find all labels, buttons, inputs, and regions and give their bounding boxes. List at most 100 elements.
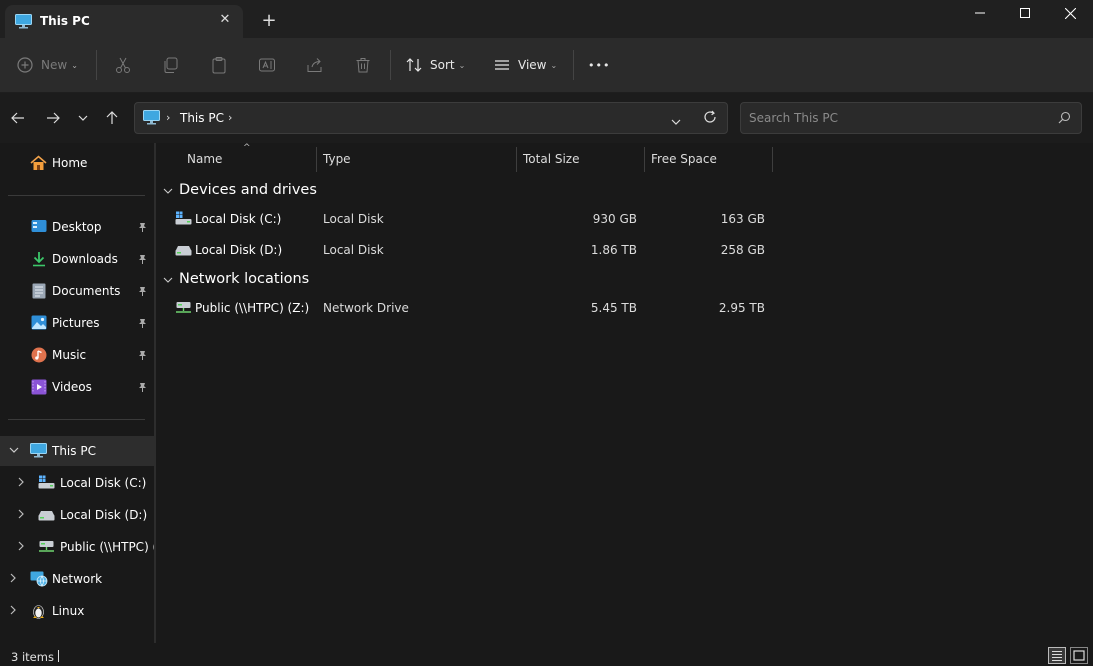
list-item-local-disk-c[interactable]: Local Disk (C:) Local Disk 930 GB 163 GB	[165, 205, 777, 233]
documents-icon	[32, 283, 46, 302]
nav-item-network-drive-z[interactable]: Public (\\HTPC) (Z:)	[0, 532, 154, 562]
pin-icon	[138, 285, 147, 299]
group-title: Network locations	[179, 271, 310, 287]
nav-label-videos: Videos	[52, 380, 92, 394]
sort-indicator-icon: ^	[243, 143, 251, 153]
nav-item-desktop[interactable]: Desktop	[0, 212, 154, 242]
nav-label-pictures: Pictures	[52, 316, 100, 330]
list-item-local-disk-d[interactable]: Local Disk (D:) Local Disk 1.86 TB 258 G…	[165, 236, 777, 264]
nav-item-pictures[interactable]: Pictures	[0, 308, 154, 338]
sort-label: Sort	[430, 58, 455, 72]
expand-chevron-right-icon[interactable]	[18, 509, 24, 522]
nav-item-videos[interactable]: Videos	[0, 372, 154, 402]
view-button[interactable]: View ⌄	[493, 50, 557, 80]
expand-chevron-right-icon[interactable]	[10, 605, 16, 618]
expand-chevron-down-icon[interactable]	[9, 445, 19, 456]
column-header-type[interactable]: Type	[323, 152, 351, 166]
search-icon[interactable]	[1058, 111, 1071, 127]
collapse-chevron-icon[interactable]	[163, 275, 175, 286]
command-bar: New ⌄ Sort ⌄ View ⌄ •••	[0, 38, 1093, 93]
close-window-button[interactable]	[1047, 0, 1093, 26]
share-button[interactable]	[306, 50, 324, 80]
nav-label-home: Home	[52, 156, 88, 170]
details-view-button[interactable]	[1048, 647, 1066, 664]
forward-button[interactable]	[42, 108, 64, 128]
nav-item-documents[interactable]: Documents	[0, 276, 154, 306]
search-box[interactable]: Search This PC	[740, 102, 1082, 134]
up-button[interactable]	[101, 108, 123, 128]
breadcrumb-chevron-icon[interactable]: ›	[228, 111, 232, 124]
copy-button[interactable]	[162, 50, 180, 80]
nav-item-linux[interactable]: Linux	[0, 596, 154, 626]
item-name: Local Disk (D:)	[195, 243, 283, 257]
column-header-free-space[interactable]: Free Space	[651, 152, 717, 166]
nav-item-home[interactable]: Home	[0, 148, 154, 178]
nav-item-network[interactable]: Network	[0, 564, 154, 594]
monitor-icon	[143, 110, 160, 128]
collapse-chevron-icon[interactable]	[163, 186, 175, 197]
nav-item-this-pc[interactable]: This PC	[0, 436, 154, 466]
group-header-network[interactable]: Network locations	[163, 271, 309, 287]
downloads-icon	[31, 251, 47, 270]
nav-label-downloads: Downloads	[52, 252, 118, 266]
toolbar-divider	[96, 50, 97, 80]
group-header-devices[interactable]: Devices and drives	[163, 182, 317, 198]
nav-item-local-disk-c[interactable]: Local Disk (C:)	[0, 468, 154, 498]
column-header-name[interactable]: Name	[187, 152, 222, 166]
paste-button[interactable]	[210, 50, 228, 80]
minimize-button[interactable]	[957, 0, 1003, 26]
chevron-down-icon	[78, 115, 88, 121]
view-label: View	[518, 58, 547, 72]
pin-icon	[138, 221, 147, 235]
item-name: Public (\\HTPC) (Z:)	[195, 301, 310, 315]
network-icon	[30, 571, 48, 590]
back-button[interactable]	[7, 108, 29, 128]
column-divider[interactable]	[316, 147, 317, 172]
list-item-network-drive-z[interactable]: Public (\\HTPC) (Z:) Network Drive 5.45 …	[165, 294, 777, 322]
nav-label-documents: Documents	[52, 284, 121, 298]
more-options-button[interactable]: •••	[588, 50, 610, 80]
nav-label-drive: Local Disk (D:)	[60, 508, 148, 522]
nav-label-drive: Public (\\HTPC) (Z:)	[60, 540, 154, 554]
file-list: ^ Name Type Total Size Free Space Device…	[157, 143, 1093, 643]
large-icons-view-button[interactable]	[1070, 647, 1088, 664]
monitor-icon	[15, 14, 32, 32]
search-input[interactable]: Search This PC	[749, 111, 838, 125]
tab-title: This PC	[40, 14, 90, 28]
column-divider[interactable]	[644, 147, 645, 172]
column-header-total-size[interactable]: Total Size	[523, 152, 579, 166]
item-free-space: 163 GB	[720, 212, 765, 226]
pane-splitter[interactable]	[154, 143, 156, 643]
item-count: 3 items	[11, 650, 54, 664]
tab-this-pc[interactable]: This PC ✕	[5, 5, 243, 38]
expand-chevron-right-icon[interactable]	[18, 541, 24, 554]
recent-locations-button[interactable]	[72, 108, 94, 128]
nav-divider	[8, 195, 145, 196]
maximize-icon	[1020, 8, 1030, 18]
pin-icon	[138, 381, 147, 395]
column-divider[interactable]	[516, 147, 517, 172]
nav-item-local-disk-d[interactable]: Local Disk (D:)	[0, 500, 154, 530]
breadcrumb-this-pc[interactable]: This PC	[180, 111, 224, 125]
expand-chevron-right-icon[interactable]	[10, 573, 16, 586]
rename-button[interactable]	[258, 50, 276, 80]
address-dropdown-button[interactable]	[671, 114, 681, 128]
column-divider[interactable]	[772, 147, 773, 172]
drive-icon	[38, 507, 55, 524]
chevron-down-icon: ⌄	[71, 60, 78, 70]
maximize-button[interactable]	[1002, 0, 1048, 26]
address-bar[interactable]: › This PC ›	[134, 102, 728, 134]
refresh-button[interactable]	[703, 110, 717, 127]
expand-chevron-right-icon[interactable]	[18, 477, 24, 490]
delete-button[interactable]	[354, 50, 372, 80]
status-bar: 3 items	[0, 643, 1093, 666]
nav-item-downloads[interactable]: Downloads	[0, 244, 154, 274]
network-drive-icon	[175, 300, 192, 317]
nav-item-music[interactable]: Music	[0, 340, 154, 370]
sort-button[interactable]: Sort ⌄	[405, 50, 465, 80]
breadcrumb-chevron-icon[interactable]: ›	[166, 111, 170, 124]
new-button[interactable]: New ⌄	[17, 50, 78, 80]
tab-close-icon[interactable]: ✕	[215, 10, 235, 30]
new-tab-button[interactable]: +	[258, 10, 280, 32]
cut-button[interactable]	[114, 50, 132, 80]
